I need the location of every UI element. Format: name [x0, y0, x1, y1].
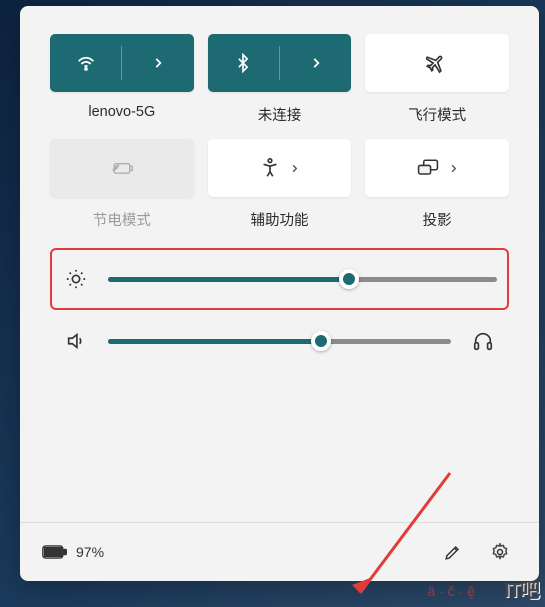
tile-wifi[interactable] — [50, 34, 194, 92]
tile-project-wrap: 投影 — [365, 139, 509, 230]
tile-bluetooth-label: 未连接 — [258, 104, 302, 125]
brightness-slider[interactable] — [108, 277, 497, 282]
bluetooth-expand[interactable] — [280, 34, 351, 92]
gear-icon — [490, 542, 510, 562]
wifi-expand[interactable] — [122, 34, 193, 92]
slider-section — [20, 240, 539, 392]
tile-accessibility[interactable] — [208, 139, 352, 197]
chevron-right-icon — [151, 56, 165, 70]
leaf-battery-icon — [109, 158, 135, 178]
pencil-icon — [443, 543, 462, 562]
bluetooth-toggle[interactable] — [208, 34, 279, 92]
chevron-right-icon — [448, 163, 459, 174]
tile-bluetooth[interactable] — [208, 34, 352, 92]
accessibility-icon — [259, 157, 281, 179]
watermark: IT吧 — [504, 574, 539, 603]
brightness-icon — [62, 268, 90, 290]
brightness-thumb[interactable] — [339, 269, 359, 289]
panel-footer: 97% — [20, 522, 539, 581]
tile-grid: lenovo-5G 未连接 — [20, 6, 539, 240]
tile-accessibility-label: 辅助功能 — [250, 209, 308, 230]
tile-accessibility-wrap: 辅助功能 — [208, 139, 352, 230]
tile-battery-saver[interactable] — [50, 139, 194, 197]
wifi-icon — [75, 52, 97, 74]
battery-percent: 97% — [76, 544, 104, 560]
tile-project[interactable] — [365, 139, 509, 197]
audio-output-button[interactable] — [469, 330, 497, 352]
quick-settings-panel: lenovo-5G 未连接 — [20, 6, 539, 581]
tile-project-label: 投影 — [423, 209, 452, 230]
project-icon — [416, 158, 440, 178]
brightness-fill — [108, 277, 349, 282]
volume-slider[interactable] — [108, 339, 451, 344]
wifi-toggle[interactable] — [50, 34, 121, 92]
volume-fill — [108, 339, 321, 344]
airplane-icon — [426, 52, 448, 74]
chevron-right-icon — [289, 163, 300, 174]
annotation-text: ä · č · ę̌ — [428, 583, 475, 599]
bluetooth-icon — [233, 53, 253, 73]
tile-airplane[interactable] — [365, 34, 509, 92]
tile-battery-saver-label: 节电模式 — [93, 209, 151, 230]
volume-thumb[interactable] — [311, 331, 331, 351]
brightness-row — [50, 248, 509, 310]
settings-button[interactable] — [483, 535, 517, 569]
tile-battery-saver-wrap: 节电模式 — [50, 139, 194, 230]
headphones-icon — [472, 330, 494, 352]
tile-wifi-label: lenovo-5G — [88, 104, 155, 120]
tile-wifi-wrap: lenovo-5G — [50, 34, 194, 125]
tile-airplane-wrap: 飞行模式 — [365, 34, 509, 125]
battery-status[interactable]: 97% — [42, 544, 104, 560]
battery-icon — [42, 544, 68, 560]
tile-airplane-label: 飞行模式 — [408, 104, 466, 125]
edit-button[interactable] — [435, 535, 469, 569]
volume-row — [50, 310, 509, 372]
tile-bluetooth-wrap: 未连接 — [208, 34, 352, 125]
chevron-right-icon — [309, 56, 323, 70]
volume-icon[interactable] — [62, 330, 90, 352]
